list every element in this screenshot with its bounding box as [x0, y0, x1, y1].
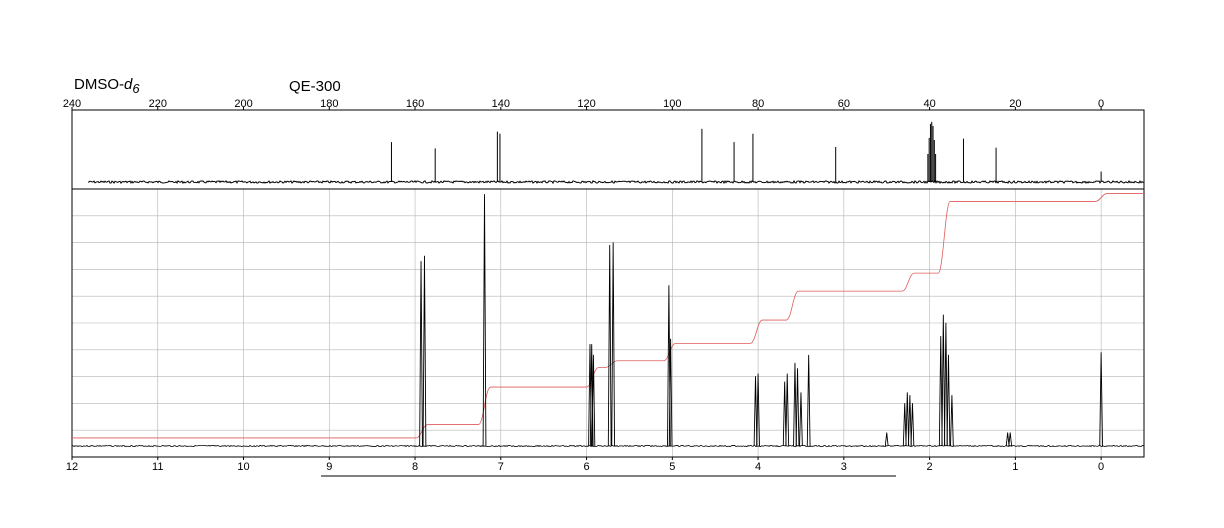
c13-tick-label: 220: [149, 98, 167, 110]
h1-peak: [422, 255, 427, 447]
h1-tick-label: 11: [152, 461, 163, 473]
c13-tick-label: 200: [234, 98, 252, 110]
h1-peak: [806, 354, 811, 447]
h1-tick-label: 6: [583, 461, 589, 473]
h1-peak: [799, 392, 803, 447]
h1-peak: [1008, 432, 1013, 447]
solvent-label: DMSO-d6: [74, 76, 140, 96]
h1-tick-label: 3: [841, 461, 847, 473]
solvent-prefix: DMSO-: [74, 76, 124, 93]
h1-tick-label: 12: [66, 461, 78, 473]
h1-integral-curve: [72, 193, 1144, 439]
h1-peak: [944, 322, 948, 447]
c13-tick-label: 160: [406, 98, 424, 110]
h1-peak: [482, 194, 487, 447]
c13-tick-label: 60: [838, 98, 850, 110]
c13-spectrum-trace: [87, 179, 1145, 185]
h1-peak: [785, 373, 790, 447]
c13-tick-label: 240: [63, 98, 81, 110]
h1-tick-label: 1: [1012, 461, 1018, 473]
h1-tick-label: 5: [669, 461, 675, 473]
h1-peak: [910, 403, 915, 447]
h1-tick-labels: 12 11 10 9 8 7 6 5 4 3 2 1 0: [66, 457, 1104, 473]
h1-peak: [419, 261, 423, 447]
h1-tick-label: 2: [927, 461, 933, 473]
instrument-label: QE-300: [289, 78, 341, 95]
h1-peak: [884, 432, 889, 447]
h1-peak: [946, 354, 951, 447]
h1-peak: [795, 368, 800, 447]
c13-tick-label: 20: [1009, 98, 1021, 110]
c13-tick-label: 120: [577, 98, 595, 110]
h1-tick-label: 0: [1098, 461, 1104, 473]
nmr-spectra-figure: 240 220 200 180 160 140 120 100 80 60 40 20 0 12 11 10…: [63, 98, 1145, 477]
h1-peak: [607, 244, 612, 447]
c13-tick-label: 100: [663, 98, 681, 110]
c13-tick-label: 140: [492, 98, 510, 110]
h1-tick-label: 7: [498, 461, 504, 473]
c13-tick-labels: 240 220 200 180 160 140 120 100 80 60 40 20 0: [63, 98, 1104, 110]
h1-peak: [611, 242, 615, 447]
c13-tick-label: 80: [752, 98, 764, 110]
solvent-subscript: 6: [132, 81, 140, 96]
h1-tick-label: 9: [326, 461, 332, 473]
h1-peak: [950, 395, 954, 447]
solvent-italic: d6: [124, 76, 140, 96]
c13-panel-frame: [71, 109, 1145, 190]
h1-tick-label: 8: [412, 461, 418, 473]
c13-tick-label: 0: [1098, 98, 1104, 110]
c13-peaks: [390, 121, 1102, 182]
c13-tick-label: 40: [923, 98, 935, 110]
h1-tick-label: 4: [755, 461, 761, 473]
h1-grid: [71, 189, 1144, 457]
h1-tick-label: 10: [237, 461, 249, 473]
c13-tick-label: 180: [320, 98, 338, 110]
h1-peaks: [419, 194, 1103, 447]
